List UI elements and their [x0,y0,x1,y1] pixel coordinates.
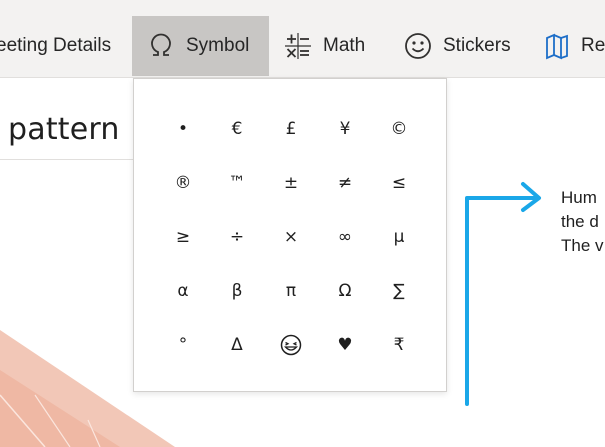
text-line: Hum [561,188,597,207]
symbol-cell[interactable]: ≥ [156,210,210,264]
text-line: the d [561,212,599,231]
symbol-cell[interactable]: ° [156,318,210,372]
symbol-cell[interactable]: € [210,102,264,156]
symbol-cell[interactable]: ₹ [372,318,426,372]
ribbon: eeting Details Symbol Math Stickers Re [0,0,605,78]
symbol-cell[interactable]: © [372,102,426,156]
symbol-cell[interactable]: ¥ [318,102,372,156]
symbol-cell[interactable]: β [210,264,264,318]
symbol-cell[interactable]: ® [156,156,210,210]
omega-icon [146,31,176,61]
symbol-cell[interactable]: Δ [210,318,264,372]
tab-math[interactable]: Math [283,16,365,76]
symbol-cell[interactable]: α [156,264,210,318]
tab-meeting-details[interactable]: eeting Details [0,16,111,76]
symbol-cell[interactable]: ÷ [210,210,264,264]
tab-symbol[interactable]: Symbol [132,16,269,76]
pen-arrow-annotation [465,182,541,406]
symbol-cell[interactable]: ≤ [372,156,426,210]
symbol-cell[interactable]: µ [372,210,426,264]
symbol-cell[interactable]: ≠ [318,156,372,210]
symbol-cell[interactable]: • [156,102,210,156]
symbol-cell-emoji[interactable] [264,318,318,372]
symbol-cell[interactable]: π [264,264,318,318]
heading-divider [0,159,134,160]
tab-stickers[interactable]: Stickers [403,16,511,76]
book-icon [543,31,571,61]
symbol-cell[interactable]: ± [264,156,318,210]
smiley-icon [403,31,433,61]
symbol-cell[interactable]: ♥ [318,318,372,372]
symbol-grid: • € £ ¥ © ® ™ ± ≠ ≤ ≥ ÷ × ∞ µ α β π Ω ∑ … [156,102,426,372]
symbol-cell[interactable]: × [264,210,318,264]
tab-research[interactable]: Re [543,16,605,76]
tab-label: Re [581,35,605,56]
document-body-text: Hum the d The v [561,186,604,258]
math-operators-icon [283,31,313,61]
symbol-cell[interactable]: ∞ [318,210,372,264]
tab-label: Math [323,35,366,56]
page-heading: pattern [8,112,120,147]
tab-label: Stickers [443,35,511,56]
symbol-cell[interactable]: ∑ [372,264,426,318]
tab-label: Symbol [186,35,250,56]
grinning-squint-emoji-icon [280,334,302,356]
text-line: The v [561,236,604,255]
tab-label: eeting Details [0,35,112,56]
symbol-cell[interactable]: £ [264,102,318,156]
symbol-cell[interactable]: Ω [318,264,372,318]
symbol-dropdown-panel: • € £ ¥ © ® ™ ± ≠ ≤ ≥ ÷ × ∞ µ α β π Ω ∑ … [133,78,447,392]
symbol-cell[interactable]: ™ [210,156,264,210]
